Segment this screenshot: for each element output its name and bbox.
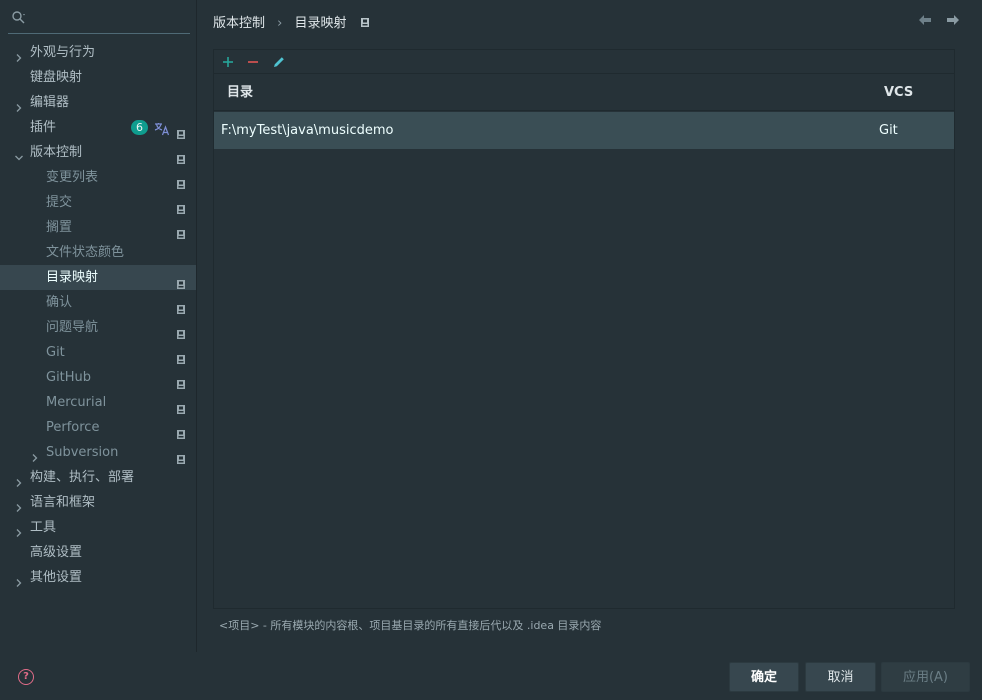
mapping-footnote: <项目> - 所有模块的内容根、项目基目录的所有直接后代以及 .idea 目录内… [219, 619, 602, 632]
cancel-button[interactable]: 取消 [805, 662, 876, 692]
sidebar-item-label: 工具 [30, 520, 57, 535]
sidebar-item-label: 版本控制 [30, 145, 83, 160]
table-toolbar [214, 50, 954, 74]
cell-vcs[interactable]: Git [879, 112, 898, 149]
sidebar-item[interactable]: 插件 6 [0, 115, 196, 140]
sidebar-item[interactable]: 目录映射 [0, 265, 196, 290]
sidebar-item-label: 其他设置 [30, 570, 83, 585]
search-icon [11, 10, 27, 30]
sidebar-item[interactable]: 确认 [0, 290, 196, 315]
settings-tree: 外观与行为键盘映射编辑器插件 6 版本控制变更列表提交搁置文件状态颜色 目录映射确认问… [0, 40, 196, 590]
sidebar-item-label: Mercurial [46, 395, 107, 410]
sidebar-item[interactable]: Perforce [0, 415, 196, 440]
breadcrumb-current: 目录映射 [294, 16, 347, 31]
chevron-right-icon[interactable] [14, 47, 24, 62]
sidebar-item-label: 键盘映射 [30, 70, 83, 85]
sidebar-item-label: Git [46, 345, 65, 360]
sidebar-item-label: Subversion [46, 445, 119, 460]
chevron-right-icon[interactable] [14, 497, 24, 512]
chevron-down-icon[interactable] [14, 147, 24, 161]
project-scope-icon [177, 348, 185, 364]
sidebar-item[interactable]: 提交 [0, 190, 196, 215]
remove-icon[interactable] [245, 54, 261, 70]
sidebar-item-label: 编辑器 [30, 95, 70, 110]
sidebar-item[interactable]: 文件状态颜色 [0, 240, 196, 265]
sidebar-item-label: 提交 [46, 195, 73, 210]
sidebar-item[interactable]: 语言和框架 [0, 490, 196, 515]
sidebar-item[interactable]: 变更列表 [0, 165, 196, 190]
chevron-right-icon: › [277, 16, 283, 31]
apply-button[interactable]: 应用(A) [881, 662, 970, 692]
settings-search[interactable] [8, 8, 190, 34]
project-scope-icon [177, 298, 185, 314]
project-scope-icon [177, 423, 185, 439]
sidebar-item-label: 文件状态颜色 [46, 245, 125, 260]
sidebar-item[interactable]: 版本控制 [0, 140, 196, 165]
sidebar-item-label: 插件 [30, 120, 57, 135]
breadcrumb: 版本控制 › 目录映射 [213, 14, 369, 34]
sidebar-item-label: 搁置 [46, 220, 73, 235]
sidebar-item[interactable]: 搁置 [0, 215, 196, 240]
sidebar-item-label: 外观与行为 [30, 45, 96, 60]
project-scope-icon [177, 373, 185, 389]
chevron-right-icon[interactable] [14, 472, 24, 487]
sidebar-item[interactable]: 键盘映射 [0, 65, 196, 90]
chevron-right-icon[interactable] [14, 572, 24, 587]
sidebar-item-label: 目录映射 [46, 270, 99, 285]
ok-button[interactable]: 确定 [729, 662, 799, 692]
project-scope-icon [177, 123, 185, 139]
project-scope-icon [177, 173, 185, 189]
project-scope-icon [177, 273, 185, 289]
project-scope-icon [177, 448, 185, 464]
directory-mapping-panel: 目录 VCS F:\myTest\java\musicdemo Git [213, 49, 955, 609]
sidebar-item[interactable]: 其他设置 [0, 565, 196, 590]
project-scope-icon [177, 323, 185, 339]
back-arrow-icon[interactable] [918, 14, 932, 30]
sidebar-item[interactable]: 问题导航 [0, 315, 196, 340]
sidebar-item-label: 问题导航 [46, 320, 99, 335]
add-icon[interactable] [220, 54, 236, 70]
sidebar-item-label: 构建、执行、部署 [30, 470, 135, 485]
chevron-right-icon[interactable] [14, 522, 24, 537]
project-scope-icon [177, 398, 185, 414]
sidebar-item[interactable]: 构建、执行、部署 [0, 465, 196, 490]
settings-sidebar: 外观与行为键盘映射编辑器插件 6 版本控制变更列表提交搁置文件状态颜色 目录映射确认问… [0, 0, 197, 652]
sidebar-item[interactable]: 外观与行为 [0, 40, 196, 65]
help-icon[interactable]: ? [18, 669, 34, 685]
edit-pencil-icon[interactable] [271, 54, 287, 70]
sidebar-item[interactable]: 工具 [0, 515, 196, 540]
sidebar-item-label: GitHub [46, 370, 92, 385]
sidebar-item-label: 确认 [46, 295, 73, 310]
table-header: 目录 VCS [214, 74, 954, 111]
column-header-vcs[interactable]: VCS [884, 74, 913, 111]
sidebar-item[interactable]: Subversion [0, 440, 196, 465]
sidebar-item[interactable]: 高级设置 [0, 540, 196, 565]
sidebar-item[interactable]: 编辑器 [0, 90, 196, 115]
project-scope-icon [177, 223, 185, 239]
chevron-right-icon[interactable] [30, 447, 40, 462]
sidebar-item-label: 变更列表 [46, 170, 99, 185]
sidebar-item[interactable]: Mercurial [0, 390, 196, 415]
chevron-right-icon[interactable] [14, 97, 24, 112]
sidebar-item[interactable]: Git [0, 340, 196, 365]
project-scope-icon [177, 198, 185, 214]
update-count-badge: 6 [131, 120, 148, 135]
project-scope-icon [360, 14, 369, 34]
column-header-directory[interactable]: 目录 [227, 74, 253, 111]
breadcrumb-parent[interactable]: 版本控制 [213, 14, 265, 34]
sidebar-item-label: Perforce [46, 420, 100, 435]
project-scope-icon [177, 148, 185, 164]
table-row[interactable]: F:\myTest\java\musicdemo Git [214, 112, 954, 149]
cell-directory: F:\myTest\java\musicdemo [221, 123, 394, 138]
sidebar-item-label: 高级设置 [30, 545, 83, 560]
sidebar-item[interactable]: GitHub [0, 365, 196, 390]
navigation-arrows [908, 14, 960, 30]
sidebar-item-label: 语言和框架 [30, 495, 96, 510]
forward-arrow-icon[interactable] [946, 14, 960, 30]
